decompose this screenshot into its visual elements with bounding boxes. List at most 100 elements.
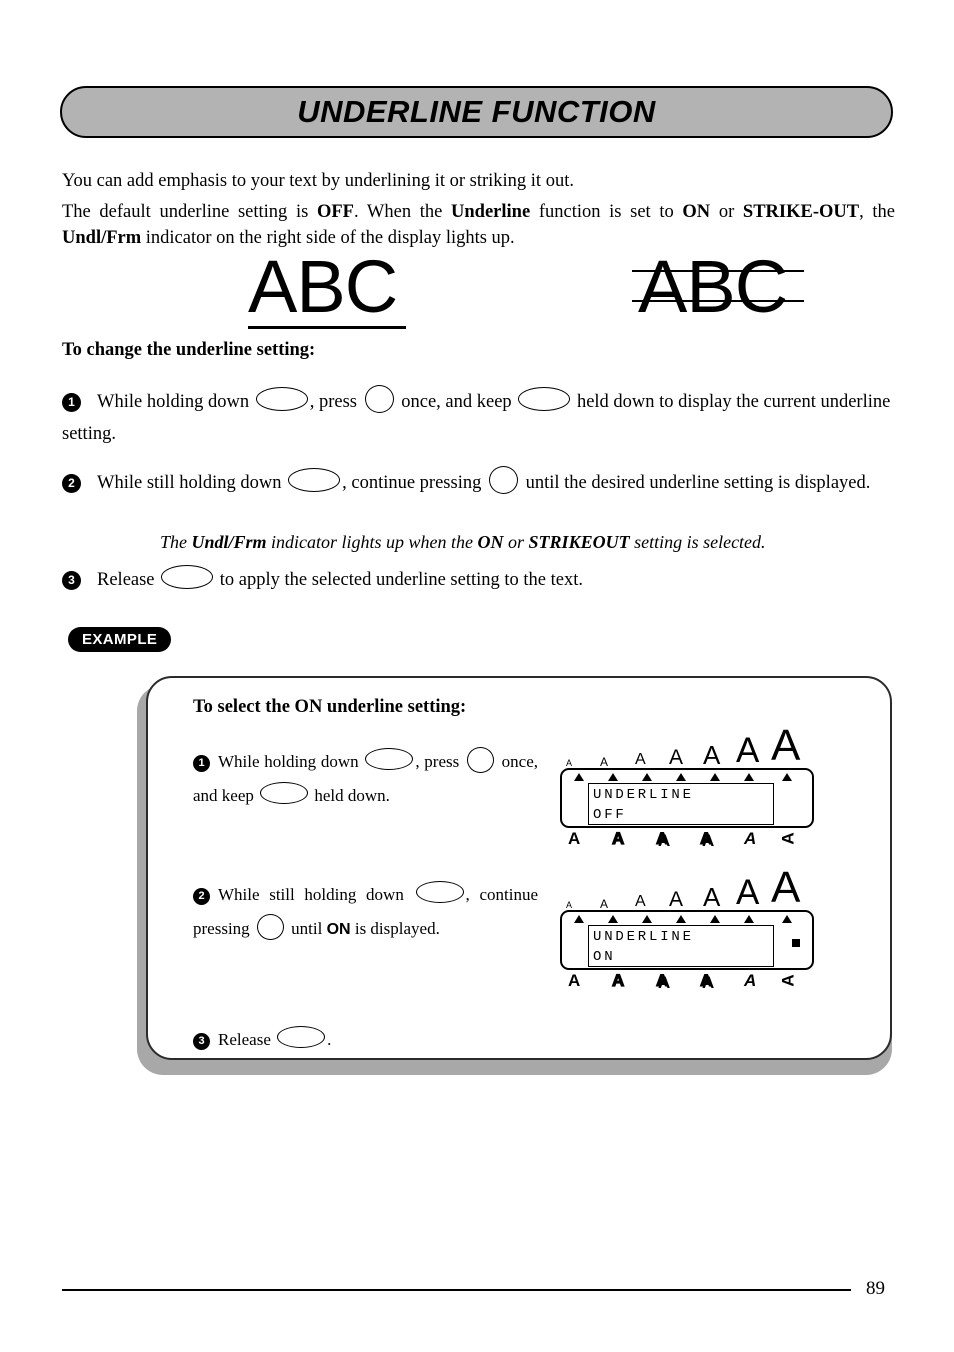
arrow-marker-3 [642,773,652,781]
code-key-icon [415,881,464,903]
note-text-a: The [160,532,192,552]
intro-2-strikeout: STRIKE-OUT [742,202,860,222]
lcd-screen: UNDERLINE ON [588,925,774,967]
step-1-text-a: While holding down [97,392,254,412]
size-icon-4: A [669,746,684,769]
size-icon-3: A [635,751,646,768]
lcd-display-off: A A A A A A A UNDERLINE OFF A A A A A A [560,724,820,858]
lcd-frame: UNDERLINE ON [560,910,814,970]
style-icon-outline: A [611,829,625,848]
style-icon-shadow: A [655,829,669,848]
arrow-marker-6 [744,773,754,781]
example-step-1-text-b: , press [415,752,464,771]
arrow-marker-6 [744,915,754,923]
example-step-3-text-a: Release [218,1030,276,1049]
size-icon-7: A [771,863,801,912]
strikeout-rule-bottom [632,300,804,302]
arrow-marker-2 [608,773,618,781]
lcd-screen: UNDERLINE OFF [588,783,774,825]
arrow-marker-1 [574,915,584,923]
note-text-b: indicator lights up when the [266,532,478,552]
underline-rule [248,326,406,329]
lcd-display-on: A A A A A A A UNDERLINE ON A A A A A A [560,866,820,1000]
code-key-icon [288,468,341,492]
example-step-1-number: 1 [193,755,210,772]
note-strikeout: STRIKEOUT [528,532,630,552]
intro-paragraph-1: You can add emphasis to your text by und… [62,171,574,191]
lcd-line-1: UNDERLINE [593,929,694,945]
size-icon-1: A [566,758,573,768]
footer-rule [62,1289,851,1291]
example-step-2-text-c: until [286,919,327,938]
arrow-marker-3 [642,915,652,923]
code-key-icon [255,387,308,411]
arrow-marker-4 [676,915,686,923]
code-key-icon [277,1026,326,1048]
step-2-text-a: While still holding down [97,473,287,493]
example-title: To select the ON underline setting: [193,697,467,717]
intro-2-off: OFF [316,202,354,222]
example-panel: To select the ON underline setting: 1 Whi… [146,676,892,1060]
step-1-body: While holding down , press once, and kee… [62,385,890,444]
example-step-3: 3 Release . [193,1023,493,1057]
page-title: UNDERLINE FUNCTION [297,94,656,129]
style-icon-outline: A [611,971,625,990]
lcd-frame: UNDERLINE OFF [560,768,814,828]
example-step-3-text-b: . [327,1030,332,1049]
size-icon-7: A [771,721,801,770]
size-icon-2: A [600,755,609,769]
intro-2-on: ON [682,202,711,222]
lcd-arrow-markers [562,773,812,783]
step-3-text-b: to apply the selected underline setting … [215,570,583,590]
arrow-marker-7 [782,773,792,781]
style-icon-normal: A [568,971,581,990]
style-icon-italic: A [744,971,757,990]
lcd-arrow-markers [562,915,812,925]
size-icon-1: A [566,900,573,910]
arrow-marker-4 [676,773,686,781]
lcd-line-1: UNDERLINE [593,787,694,803]
a-key-icon [364,385,394,413]
intro-paragraph-2: The default underline setting is OFF. Wh… [62,199,895,251]
step-2-body: While still holding down , continue pres… [97,466,871,494]
size-icon-4: A [669,888,684,911]
arrow-marker-1 [574,773,584,781]
note-text-d: setting is selected. [629,532,766,552]
step-3-number: 3 [62,571,81,590]
size-icon-5: A [703,740,721,770]
lcd-line-2: ON [593,949,616,965]
size-icon-2: A [600,897,609,911]
arrow-marker-2 [608,915,618,923]
style-icon-italic: A [744,829,757,848]
step-3-body: Release to apply the selected underline … [97,565,583,590]
lcd-size-icons-top: A A A A A A A [566,724,818,770]
size-icon-6: A [736,873,760,912]
note-undl-frm-indicator: The Undl/Frm indicator lights up when th… [160,529,900,555]
lcd-line-2: OFF [593,807,627,823]
example-step-2-text-d: is displayed. [350,919,440,938]
example-step-2-text-a: While still holding down [218,885,414,904]
arrow-marker-7 [782,915,792,923]
note-undlfrm: Undl/Frm [191,532,267,552]
example-step-2-number: 2 [193,888,210,905]
intro-2-part-c: function is set to [530,202,683,222]
abc-sample-graphics: ABC ABC [62,248,895,340]
code-key-icon [365,748,414,770]
size-icon-3: A [635,893,646,910]
step-2-text-c: until the desired underline setting is d… [520,473,871,493]
example-step-1-text-d: held down. [310,786,390,805]
strikeout-rule-top [632,270,804,272]
style-icon-shadow: A [655,971,669,990]
example-step-1-text-a: While holding down [218,752,364,771]
code-key-icon [518,387,571,411]
step-1-number: 1 [62,393,81,412]
step-1-text-c: once, and keep [396,392,517,412]
code-key-icon [161,565,214,589]
lcd-style-icons-bottom: A A A A A A [568,829,808,852]
undl-frm-indicator [792,939,800,947]
procedure-step-3: 3 Release to apply the selected underline… [62,564,895,596]
example-step-3-number: 3 [193,1033,210,1050]
section-heading: To change the underline setting: [62,340,316,360]
example-step-2: 2 While still holding down , continue pre… [193,878,538,947]
a-key-icon [488,466,518,494]
